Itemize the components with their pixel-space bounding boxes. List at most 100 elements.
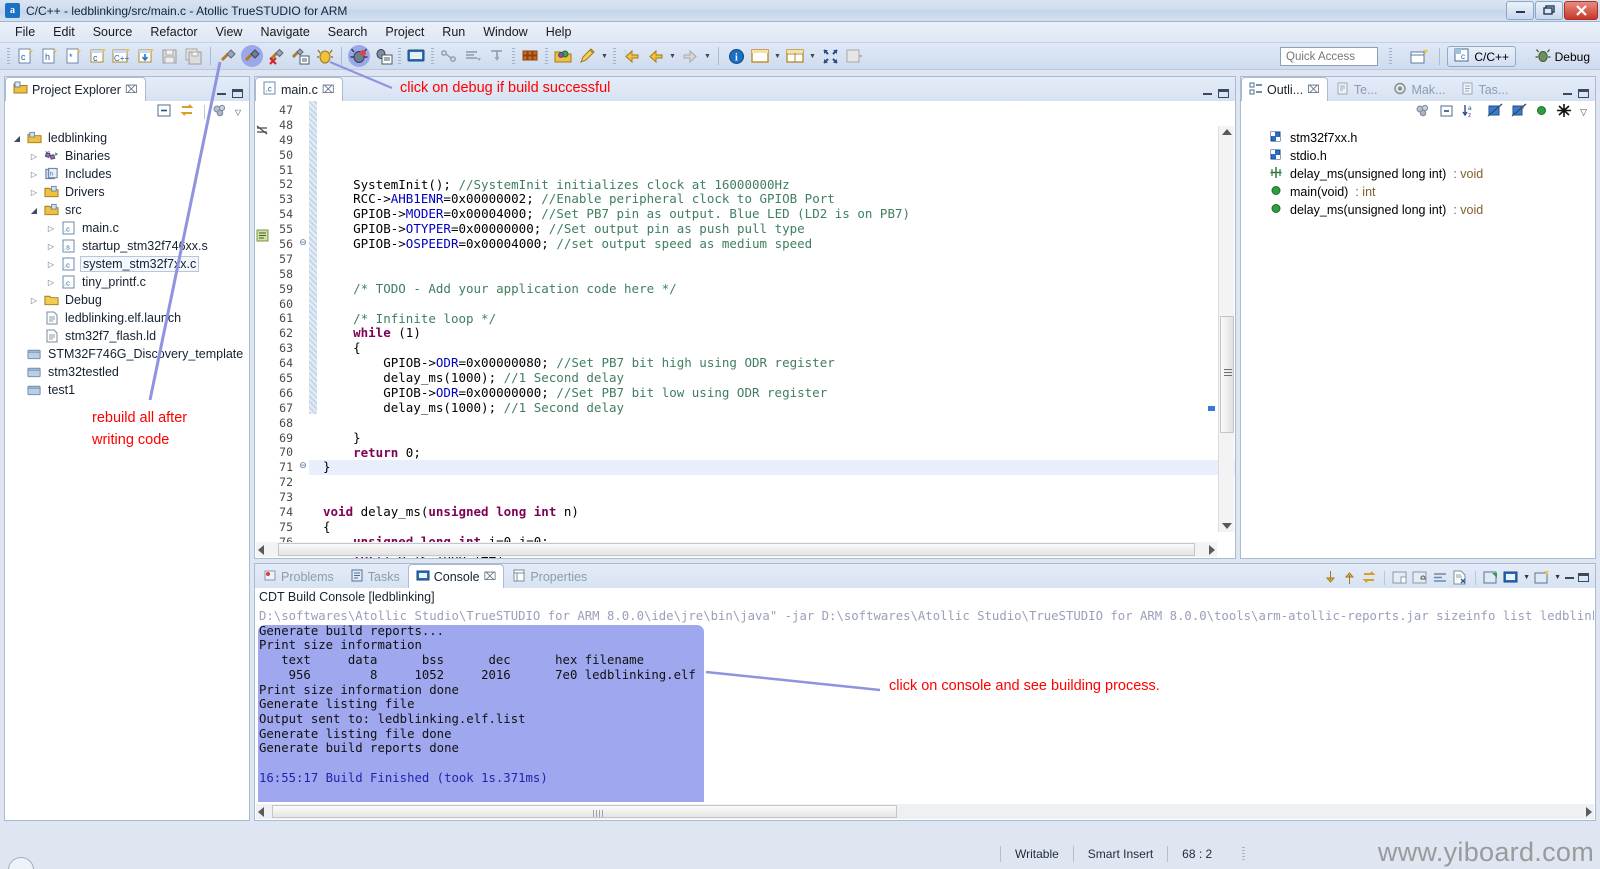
link-icon[interactable] [843, 45, 865, 67]
fold-toggle-icon[interactable]: ⊖ [297, 235, 309, 250]
chevron-down-icon[interactable]: ▼ [1554, 574, 1561, 581]
scroll-right-arrow-icon[interactable] [1586, 807, 1592, 817]
save-icon[interactable] [158, 45, 180, 67]
info-icon[interactable]: i [725, 45, 747, 67]
tab-console[interactable]: Console ⌧ [407, 564, 505, 588]
new-c-source-icon[interactable]: c [86, 45, 108, 67]
minimize-icon[interactable] [1563, 92, 1572, 95]
lock-scroll-icon[interactable] [1412, 570, 1428, 585]
scroll-up-arrow-icon[interactable] [1222, 129, 1232, 135]
outline-item[interactable]: delay_ms(unsigned long int) : void [1269, 165, 1595, 183]
code-line[interactable]: delay_ms(1000); //1 Second delay [309, 400, 1235, 416]
code-line[interactable] [309, 490, 1235, 505]
code-line[interactable]: /* TODO - Add your application code here… [309, 281, 1235, 297]
code-line[interactable] [309, 416, 1235, 431]
perspective-cpp-button[interactable]: c C/C++ [1447, 46, 1516, 67]
editor-scroll-thumb[interactable] [1220, 316, 1234, 433]
fold-toggle-icon[interactable]: ⊖ [297, 458, 309, 473]
grid-icon[interactable] [519, 45, 541, 67]
tree-item-debug[interactable]: ▷ Debug [11, 291, 249, 309]
prev-chevron-down-icon[interactable]: ▼ [667, 45, 678, 67]
tree-item-system-stm32f7xx-c[interactable]: ▷ .c system_stm32f7xx.c [11, 255, 249, 273]
maximize-icon[interactable] [1578, 89, 1589, 98]
code-line[interactable] [309, 475, 1235, 490]
toolbar-grip-3[interactable] [431, 47, 434, 65]
maximize-icon[interactable] [232, 89, 243, 98]
view-menu-icon[interactable] [212, 103, 228, 121]
toggle-wrap-icon[interactable] [1361, 570, 1377, 585]
code-line[interactable]: } [309, 430, 1235, 446]
build-all-icon[interactable] [241, 45, 263, 67]
menu-run[interactable]: Run [433, 23, 474, 41]
maximize-icon[interactable] [1218, 89, 1229, 98]
expand-arrow-right-icon[interactable]: ▷ [45, 260, 57, 269]
tree-item-tiny-printf-c[interactable]: ▷ .c tiny_printf.c [11, 273, 249, 291]
expand-arrow-down-icon[interactable]: ◢ [11, 134, 23, 143]
pin-console-icon[interactable] [1483, 570, 1499, 585]
outline-item[interactable]: stdio.h [1269, 147, 1595, 165]
code-line[interactable]: return 0; [309, 445, 1235, 461]
code-line[interactable] [309, 297, 1235, 312]
new-asm-file-icon[interactable]: * [62, 45, 84, 67]
back-icon[interactable] [620, 45, 642, 67]
collapse-all-icon[interactable] [1439, 104, 1454, 121]
menu-refactor[interactable]: Refactor [141, 23, 206, 41]
expand-arrow-right-icon[interactable]: ▷ [28, 296, 40, 305]
tree-item-ledblinking-elf-launch[interactable]: ledblinking.elf.launch [11, 309, 249, 327]
perspective-debug-button[interactable]: Debug [1529, 46, 1596, 67]
table-icon[interactable] [784, 45, 806, 67]
maximize-icon[interactable] [1578, 573, 1589, 582]
tab-outli[interactable]: Outli... ⌧ [1241, 77, 1328, 101]
table-chevron-down-icon[interactable]: ▼ [807, 45, 818, 67]
expand-arrow-right-icon[interactable]: ▷ [28, 188, 40, 197]
code-line[interactable]: SystemInit(); //SystemInit initializes c… [309, 177, 1235, 193]
menu-window[interactable]: Window [474, 23, 536, 41]
editor-horizontal-scrollbar[interactable] [256, 542, 1217, 557]
console-horizontal-scrollbar[interactable] [256, 804, 1594, 819]
hide-nonpublic-icon[interactable] [1535, 104, 1548, 120]
collapse-marker-icon[interactable] [256, 125, 269, 138]
window-icon[interactable] [749, 45, 771, 67]
scroll-left-arrow-icon[interactable] [258, 545, 264, 555]
perspective-grip[interactable] [1389, 48, 1392, 65]
editor-code[interactable]: SystemInit(); //SystemInit initializes c… [309, 101, 1235, 558]
code-line[interactable]: GPIOB->OSPEEDR=0x00004000; //set output … [309, 236, 1235, 252]
build-config-icon[interactable] [289, 45, 311, 67]
new-cpp-source-icon[interactable]: C++ [110, 45, 132, 67]
menu-search[interactable]: Search [319, 23, 377, 41]
tab-properties[interactable]: Properties [504, 564, 595, 588]
console-hscroll-thumb[interactable] [272, 805, 897, 818]
tab-main-c[interactable]: .c main.c ⌧ [255, 77, 343, 101]
new-c-file-icon[interactable]: c [14, 45, 36, 67]
toolbar-grip[interactable] [7, 47, 10, 65]
sort-az-icon[interactable]: az [1462, 103, 1479, 121]
todo-task-icon[interactable] [256, 229, 270, 242]
menu-navigate[interactable]: Navigate [251, 23, 318, 41]
build-icon[interactable] [217, 45, 239, 67]
display-console-icon[interactable] [1503, 570, 1519, 585]
debug-icon[interactable] [348, 45, 370, 67]
minimize-icon[interactable] [1565, 576, 1574, 579]
close-icon[interactable]: ⌧ [1307, 83, 1320, 96]
save-log-icon[interactable] [1452, 570, 1468, 585]
tree-item-ledblinking[interactable]: ◢ ledblinking [11, 129, 249, 147]
code-line[interactable]: void delay_ms(unsigned long int n) [309, 504, 1235, 520]
open-resource-icon[interactable] [552, 45, 574, 67]
tab-mak[interactable]: Mak... [1385, 77, 1453, 101]
close-icon[interactable]: ⌧ [322, 83, 335, 96]
minimize-icon[interactable] [1203, 92, 1212, 95]
pencil-chevron-down-icon[interactable]: ▼ [599, 45, 610, 67]
tree-item-stm32f7-flash-ld[interactable]: stm32f7_flash.ld [11, 327, 249, 345]
code-line[interactable]: GPIOB->OTYPER=0x00000000; //Set output p… [309, 221, 1235, 237]
tree-item-binaries[interactable]: ▷ 10 Binaries [11, 147, 249, 165]
minimize-icon[interactable] [217, 92, 226, 95]
code-line[interactable] [309, 148, 1235, 163]
restore-button[interactable] [1535, 1, 1563, 20]
code-line[interactable] [309, 267, 1235, 282]
tree-item-test1[interactable]: test1 [11, 381, 249, 399]
save-all-icon[interactable] [182, 45, 204, 67]
scroll-lock-down-icon[interactable] [1323, 570, 1338, 585]
editor-folding-gutter[interactable]: ⊖ ⊖ [297, 101, 309, 558]
prev-icon[interactable] [644, 45, 666, 67]
scroll-right-arrow-icon[interactable] [1209, 545, 1215, 555]
